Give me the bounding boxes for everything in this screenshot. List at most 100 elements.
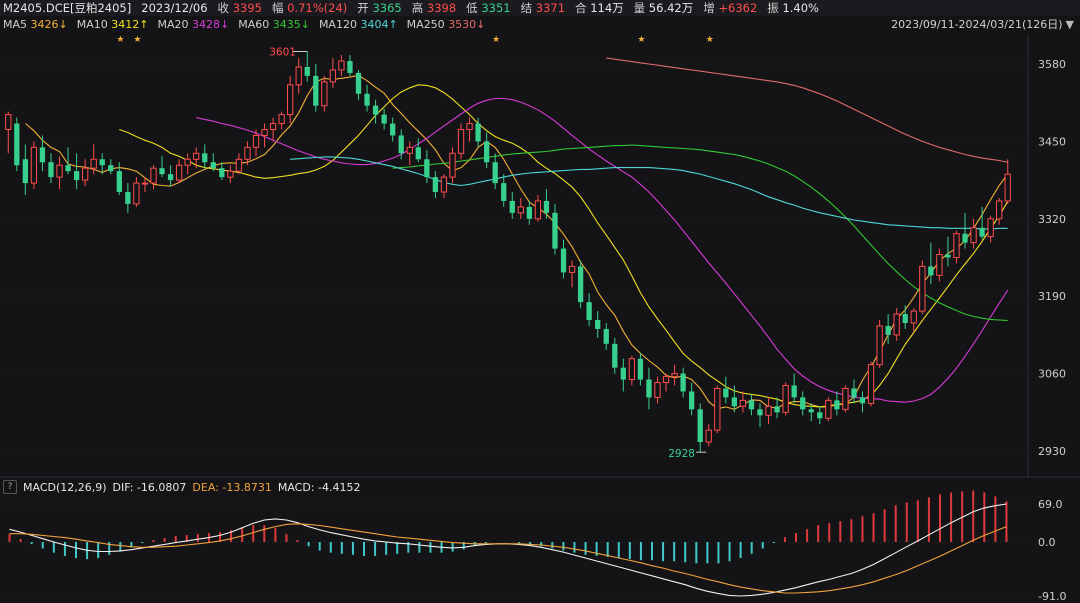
candle: [390, 117, 396, 142]
candle: [637, 352, 644, 386]
candle-body: [372, 105, 379, 115]
price-tick-label: 3190: [1038, 290, 1066, 303]
macd-title[interactable]: MACD(12,26,9): [23, 481, 107, 494]
candle-body: [953, 233, 960, 258]
candle-body: [885, 325, 891, 335]
candle-body: [125, 192, 131, 204]
candle-body: [235, 158, 243, 172]
macd-histogram: [8, 490, 1008, 564]
candle-body: [782, 385, 789, 413]
candle-body: [928, 266, 934, 276]
candle: [945, 236, 951, 267]
candle: [432, 171, 439, 198]
candle: [757, 403, 763, 428]
candle-body: [867, 364, 875, 404]
candle-body: [825, 399, 832, 419]
candle: [517, 197, 524, 219]
candle-body: [893, 313, 900, 336]
moving-average-lines: [25, 57, 1009, 410]
candle-body: [552, 212, 558, 249]
candle: [595, 311, 601, 338]
candle-body: [628, 358, 636, 381]
candle-body: [791, 385, 797, 398]
candle: [765, 397, 772, 425]
candle: [501, 174, 507, 207]
candle: [48, 153, 54, 184]
macd-lines: [9, 503, 1007, 597]
candle-body: [526, 206, 533, 219]
candle-body: [774, 406, 780, 413]
candle-body: [159, 168, 165, 175]
candle-body: [252, 134, 260, 148]
candle-body: [304, 66, 310, 76]
candle: [714, 385, 721, 434]
candle-body: [261, 128, 268, 136]
price-tick-label: 2930: [1038, 445, 1066, 458]
candle: [671, 364, 678, 386]
price-tick-label: 3450: [1038, 135, 1066, 148]
candle: [167, 165, 174, 187]
candle: [526, 200, 533, 225]
candle: [338, 55, 345, 76]
candle-body: [739, 399, 747, 407]
candle: [603, 322, 609, 350]
candle: [304, 51, 310, 82]
candle: [483, 132, 490, 169]
candle-body: [278, 114, 285, 125]
candle-body: [979, 227, 985, 237]
candle: [56, 156, 63, 190]
candle: [321, 75, 328, 112]
candle-body: [133, 182, 140, 205]
candle: [424, 150, 430, 184]
candle: [996, 197, 1003, 225]
macd-tick-label: 0.0: [1038, 536, 1056, 549]
event-star-icon: ★: [706, 35, 714, 45]
candle-body: [842, 387, 849, 410]
candle-body: [705, 429, 712, 443]
candle-body: [116, 171, 122, 193]
candle-body: [210, 162, 216, 169]
candle-body: [936, 254, 943, 276]
candle: [227, 165, 234, 184]
candle: [739, 391, 747, 413]
candle: [30, 141, 38, 190]
candle-body: [150, 167, 157, 184]
candle-body: [355, 72, 362, 94]
candle: [842, 385, 849, 413]
candle-body: [723, 388, 729, 398]
candle: [723, 376, 729, 404]
macd-tick-label: -91.0: [1038, 590, 1066, 603]
candle-body: [432, 177, 439, 193]
candle: [202, 144, 208, 169]
candle-body: [440, 176, 448, 193]
candle: [159, 156, 165, 178]
candle-body: [996, 200, 1003, 220]
candle: [73, 153, 80, 190]
candle-body: [560, 248, 567, 273]
candle-body: [662, 376, 670, 384]
candle: [646, 367, 652, 410]
candle-body: [108, 165, 114, 172]
candle-body: [748, 400, 755, 410]
candle-body: [577, 266, 584, 303]
candle-body: [637, 358, 644, 380]
candle-body: [808, 409, 814, 413]
candle: [278, 111, 285, 130]
candle: [372, 99, 379, 124]
candle-body: [876, 325, 883, 366]
candle-body: [338, 60, 345, 71]
macd-dea-line: [9, 523, 1007, 594]
candle: [902, 305, 908, 329]
ma-line-ma250: [606, 57, 1008, 163]
candle-body: [313, 75, 319, 106]
candle-body: [919, 265, 926, 312]
question-icon[interactable]: ?: [3, 480, 17, 494]
candle: [406, 141, 413, 166]
candle: [577, 260, 584, 309]
candle: [970, 218, 977, 249]
candle-body: [39, 147, 46, 163]
candle: [269, 117, 277, 142]
candle-body: [193, 152, 200, 160]
macd-dea-label: DEA: -13.8731: [192, 480, 272, 494]
price-chart[interactable]: ★ ★ ★ ★ ★ 3580 3450 3320 3190 3060 2930 3601 2928…: [0, 0, 1080, 603]
